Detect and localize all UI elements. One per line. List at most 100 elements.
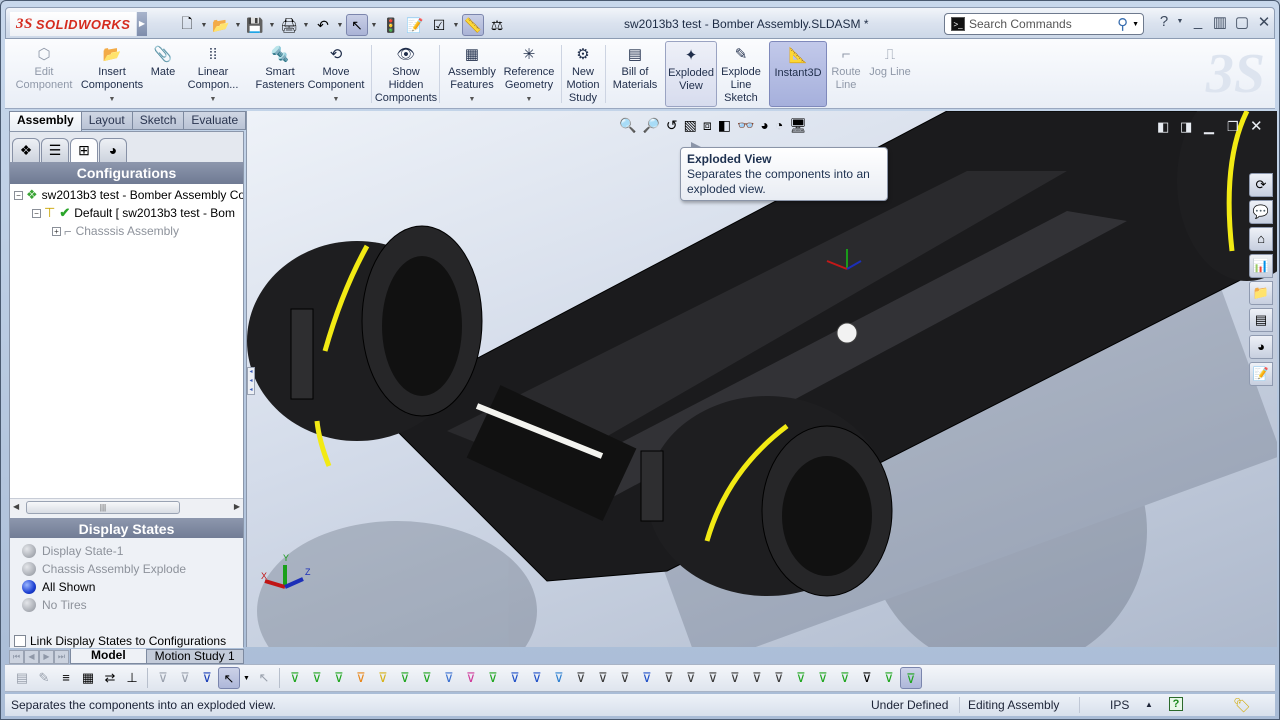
- filter-note-icon[interactable]: ⊽: [614, 667, 636, 689]
- help-dropdown-icon[interactable]: ▼: [1170, 18, 1190, 25]
- 3d-content-central-icon[interactable]: 💬: [1249, 200, 1273, 224]
- property-manager-tab-icon[interactable]: ☰: [41, 138, 69, 162]
- file-properties-icon[interactable]: 📝: [404, 14, 426, 36]
- scroll-left-icon[interactable]: ◀: [13, 502, 19, 511]
- next-tab-icon[interactable]: ▶: [39, 650, 54, 664]
- undo-icon[interactable]: ↶: [312, 14, 334, 36]
- zoom-to-area-icon[interactable]: 🔎: [642, 117, 659, 134]
- filter-surface-finish-icon[interactable]: ⊽: [570, 667, 592, 689]
- menu-expand-arrow[interactable]: ▶: [137, 12, 147, 36]
- toggle-filter-icon[interactable]: ⊽: [152, 667, 174, 689]
- filter-cosmetic-thread-icon[interactable]: ⊽: [702, 667, 724, 689]
- new-motion-study-button[interactable]: ⚙ New Motion Study: [563, 41, 603, 107]
- filter-midpoint-icon[interactable]: ⊽: [482, 667, 504, 689]
- tree-item-chassis-assembly[interactable]: + ⌐ Chasssis Assembly: [52, 222, 179, 240]
- explode-line-sketch-button[interactable]: ✎ Explode Line Sketch: [719, 41, 763, 107]
- viewport-close-icon[interactable]: ✕: [1250, 117, 1263, 135]
- quick-tips-icon[interactable]: ?: [1169, 697, 1183, 711]
- tree-horizontal-scrollbar[interactable]: ◀ ||| ▶: [10, 498, 243, 516]
- filter-centerline-icon[interactable]: ⊽: [526, 667, 548, 689]
- chevron-down-icon[interactable]: ▼: [526, 93, 533, 106]
- solidworks-resources-icon[interactable]: ⟳: [1249, 173, 1273, 197]
- previous-view-icon[interactable]: ↺: [666, 117, 678, 134]
- search-commands-box[interactable]: >_ Search Commands ⚲ ▼: [944, 13, 1144, 35]
- close-button[interactable]: ✕: [1254, 13, 1274, 31]
- display-state-item[interactable]: Display State-1: [22, 542, 123, 560]
- design-library-icon[interactable]: ⌂: [1249, 227, 1273, 251]
- search-folder-icon[interactable]: 📁: [1249, 281, 1273, 305]
- assembly-features-button[interactable]: ▦ Assembly Features ▼: [443, 41, 501, 107]
- filter-block-icon[interactable]: ⊽: [724, 667, 746, 689]
- first-tab-icon[interactable]: ⏮: [9, 650, 24, 664]
- apply-scene-icon[interactable]: ◔: [775, 117, 783, 134]
- display-style-icon[interactable]: ◧: [718, 117, 731, 134]
- tile-button[interactable]: ▥: [1210, 13, 1230, 31]
- search-input[interactable]: Search Commands: [969, 17, 1117, 31]
- undo-dropdown-icon[interactable]: ▼: [336, 22, 344, 29]
- units-menu-icon[interactable]: ▲: [1145, 697, 1153, 713]
- file-explorer-icon[interactable]: 📊: [1249, 254, 1273, 278]
- chevron-down-icon[interactable]: ▼: [109, 93, 116, 106]
- filter-plane-icon[interactable]: ⊽: [416, 667, 438, 689]
- filter-center-mark-icon[interactable]: ⊽: [504, 667, 526, 689]
- minimize-button[interactable]: _: [1188, 13, 1208, 30]
- tab-model[interactable]: Model: [70, 649, 147, 664]
- filter-mid-points-icon[interactable]: ⊽: [812, 667, 834, 689]
- appearances-icon[interactable]: ◕: [1249, 335, 1273, 359]
- open-dropdown-icon[interactable]: ▼: [234, 22, 242, 29]
- expand-icon[interactable]: +: [52, 226, 61, 236]
- linear-component-pattern-button[interactable]: ⁞⁞ Linear Compon... ▼: [185, 41, 241, 107]
- new-icon[interactable]: 🗋: [176, 14, 198, 36]
- select-dropdown-icon[interactable]: ▼: [370, 22, 378, 29]
- toggle-icon[interactable]: ⇄: [99, 667, 121, 689]
- deselect-icon[interactable]: ↖: [253, 667, 275, 689]
- unit-system[interactable]: IPS: [1079, 697, 1129, 713]
- search-icon[interactable]: ⚲: [1117, 15, 1128, 33]
- save-icon[interactable]: 💾: [244, 14, 266, 36]
- configuration-manager-tab-icon[interactable]: ⊞: [70, 138, 98, 162]
- select-all-filters-icon[interactable]: ⊽: [196, 667, 218, 689]
- filter-mate-reference-icon[interactable]: ⊽: [878, 667, 900, 689]
- tab-sketch[interactable]: Sketch: [131, 111, 185, 130]
- collapse-icon[interactable]: −: [14, 190, 23, 200]
- section-view-icon[interactable]: ▧: [684, 117, 697, 134]
- filter-hole-callout-icon[interactable]: ⊽: [834, 667, 856, 689]
- filter-sketch-point-icon[interactable]: ⊽: [438, 667, 460, 689]
- select-icon[interactable]: ↖: [346, 14, 368, 36]
- display-state-item[interactable]: No Tires: [22, 596, 87, 614]
- filter-dimension-icon[interactable]: ⊽: [548, 667, 570, 689]
- assembly-transparency-icon[interactable]: ▤: [11, 667, 33, 689]
- display-manager-tab-icon[interactable]: ◕: [99, 138, 127, 162]
- move-component-button[interactable]: ⟲ Move Component ▼: [308, 41, 365, 107]
- instant3d-button[interactable]: 📐 Instant3D: [769, 41, 827, 107]
- tree-item-root[interactable]: − ❖ sw2013b3 test - Bomber Assembly Co: [14, 186, 243, 204]
- display-state-item[interactable]: All Shown: [22, 578, 95, 596]
- filter-axis-icon[interactable]: ⊽: [394, 667, 416, 689]
- show-hidden-components-button[interactable]: 👁 Show Hidden Components: [373, 41, 439, 107]
- scroll-right-icon[interactable]: ▶: [234, 502, 240, 511]
- filter-edge-icon[interactable]: ⊽: [306, 667, 328, 689]
- filter-filter-end-icon[interactable]: ⊽: [899, 667, 922, 689]
- tab-evaluate[interactable]: Evaluate: [183, 111, 247, 130]
- filter-face-icon[interactable]: ⊽: [328, 667, 350, 689]
- rebuild-icon[interactable]: 🚦: [380, 14, 402, 36]
- split-left-icon[interactable]: ◧: [1157, 119, 1169, 135]
- bill-of-materials-button[interactable]: ▤ Bill of Materials: [609, 41, 661, 107]
- filter-surface-body-icon[interactable]: ⊽: [350, 667, 372, 689]
- exploded-view-button[interactable]: ✦ Exploded View: [665, 41, 717, 107]
- mass-properties-icon[interactable]: ⚖: [486, 14, 508, 36]
- filter-dowel-pin-icon[interactable]: ⊽: [746, 667, 768, 689]
- tab-layout[interactable]: Layout: [80, 111, 133, 130]
- link-display-states-checkbox[interactable]: [14, 635, 26, 647]
- mate-button[interactable]: 📎 Mate: [147, 41, 179, 107]
- sketch-grid-icon[interactable]: ⊥: [121, 667, 143, 689]
- split-right-icon[interactable]: ◨: [1180, 119, 1192, 135]
- edit-component-button[interactable]: ⬡ Edit Component: [13, 41, 75, 107]
- prev-tab-icon[interactable]: ◀: [24, 650, 39, 664]
- chevron-down-icon[interactable]: ▼: [469, 93, 476, 106]
- filter-datum-target-icon[interactable]: ⊽: [680, 667, 702, 689]
- tag-icon[interactable]: 🏷: [1233, 697, 1251, 713]
- select-dropdown-icon[interactable]: ▼: [243, 675, 250, 682]
- filter-solid-body-icon[interactable]: ⊽: [372, 667, 394, 689]
- options-icon[interactable]: ☑: [428, 14, 450, 36]
